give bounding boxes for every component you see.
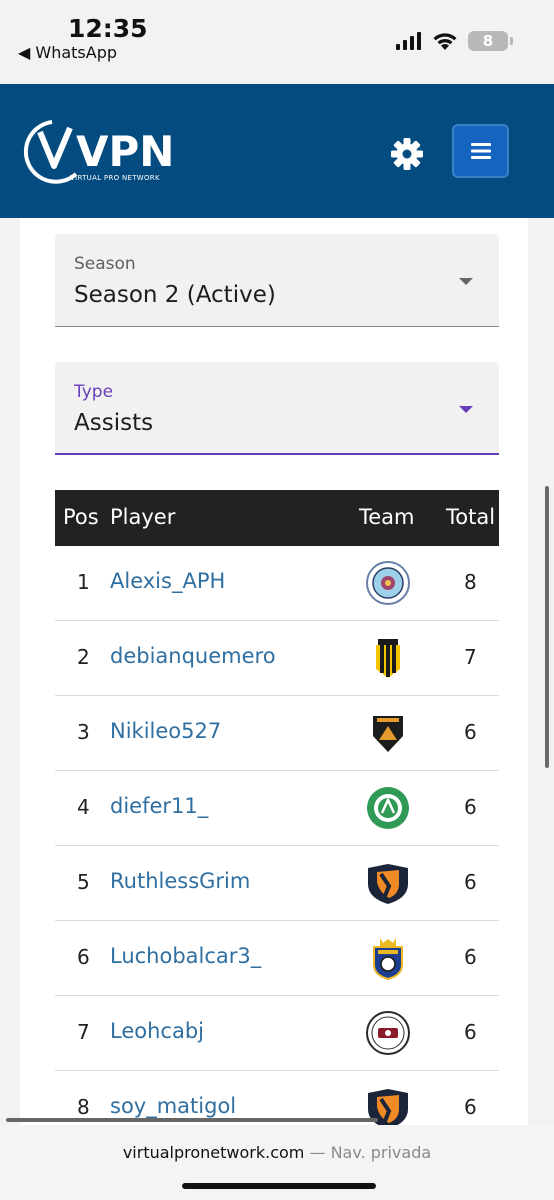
header-total[interactable]: Total (446, 505, 495, 529)
table-row: 5 RuthlessGrim 6 (55, 846, 499, 921)
type-select-label: Type (74, 382, 114, 402)
horizontal-scrollbar[interactable] (6, 1118, 378, 1122)
player-link[interactable]: Leohcabj (110, 1019, 204, 1043)
team-crest-icon[interactable] (365, 935, 411, 981)
url-separator: — (304, 1143, 331, 1162)
row-total: 6 (464, 795, 477, 819)
row-total: 6 (464, 1020, 477, 1044)
player-link[interactable]: diefer11_ (110, 794, 208, 818)
table-row: 3 Nikileo527 6 (55, 696, 499, 771)
row-pos: 1 (77, 570, 90, 594)
logo-subtitle: VIRTUAL PRO NETWORK (70, 174, 160, 182)
leaderboard-card: Season Season 2 (Active) Type Assists Po… (20, 218, 528, 1140)
table-row: 7 Leohcabj 6 (55, 996, 499, 1071)
status-icons: 8 (396, 30, 513, 52)
private-mode-label: Nav. privada (330, 1143, 432, 1162)
table-header: Pos Player Team Total (55, 490, 499, 546)
player-link[interactable]: Luchobalcar3_ (110, 944, 261, 968)
row-pos: 7 (77, 1020, 90, 1044)
row-pos: 2 (77, 645, 90, 669)
field-underline (55, 453, 499, 455)
dropdown-arrow-icon (459, 278, 473, 285)
season-select-value: Season 2 (Active) (74, 282, 276, 308)
header-player[interactable]: Player (110, 505, 175, 529)
status-bar: 12:35 ◀ WhatsApp 8 (0, 0, 554, 84)
player-link[interactable]: RuthlessGrim (110, 869, 250, 893)
url-domain: virtualpronetwork.com (122, 1143, 305, 1162)
wifi-icon (433, 33, 457, 50)
row-total: 7 (464, 645, 477, 669)
team-crest-icon[interactable] (365, 635, 411, 681)
battery-indicator: 8 (468, 31, 513, 51)
row-pos: 5 (77, 870, 90, 894)
type-select[interactable]: Type Assists (55, 362, 499, 455)
team-crest-icon[interactable] (365, 785, 411, 831)
team-crest-icon[interactable] (365, 710, 411, 756)
header-pos[interactable]: Pos (63, 505, 99, 529)
address-bar[interactable]: virtualpronetwork.com — Nav. privada (0, 1143, 554, 1162)
gear-icon[interactable] (389, 136, 425, 172)
table-row: 4 diefer11_ 6 (55, 771, 499, 846)
player-link[interactable]: soy_matigol (110, 1094, 236, 1118)
vertical-scrollbar[interactable] (545, 486, 549, 768)
table-row: 1 Alexis_APH 8 (55, 546, 499, 621)
type-select-value: Assists (74, 410, 154, 436)
team-crest-icon[interactable] (365, 1010, 411, 1056)
assists-table: Pos Player Team Total 1 Alexis_APH 8 2 d… (55, 490, 499, 1140)
home-indicator[interactable] (182, 1183, 376, 1189)
row-pos: 3 (77, 720, 90, 744)
team-crest-icon[interactable] (365, 860, 411, 906)
app-header: VPN VIRTUAL PRO NETWORK (0, 84, 554, 218)
cellular-signal-icon (396, 32, 421, 50)
row-total: 6 (464, 945, 477, 969)
row-pos: 8 (77, 1095, 90, 1119)
browser-bottom-bar: virtualpronetwork.com — Nav. privada (0, 1118, 554, 1200)
season-select-label: Season (74, 254, 136, 274)
menu-button[interactable] (452, 124, 509, 178)
hamburger-menu-icon (470, 143, 491, 159)
row-total: 6 (464, 1095, 477, 1119)
row-total: 8 (464, 570, 477, 594)
player-link[interactable]: Nikileo527 (110, 719, 221, 743)
logo-text: VPN (76, 127, 172, 176)
header-team[interactable]: Team (359, 505, 415, 529)
row-total: 6 (464, 720, 477, 744)
dropdown-arrow-icon (459, 406, 473, 413)
row-total: 6 (464, 870, 477, 894)
status-time: 12:35 (68, 14, 148, 43)
back-to-app-link[interactable]: ◀ WhatsApp (18, 43, 117, 62)
table-row: 2 debianquemero 7 (55, 621, 499, 696)
player-link[interactable]: Alexis_APH (110, 569, 225, 593)
row-pos: 4 (77, 795, 90, 819)
player-link[interactable]: debianquemero (110, 644, 276, 668)
row-pos: 6 (77, 945, 90, 969)
season-select[interactable]: Season Season 2 (Active) (55, 234, 499, 327)
table-row: 6 Luchobalcar3_ 6 (55, 921, 499, 996)
team-crest-icon[interactable] (365, 560, 411, 606)
field-underline (55, 326, 499, 327)
